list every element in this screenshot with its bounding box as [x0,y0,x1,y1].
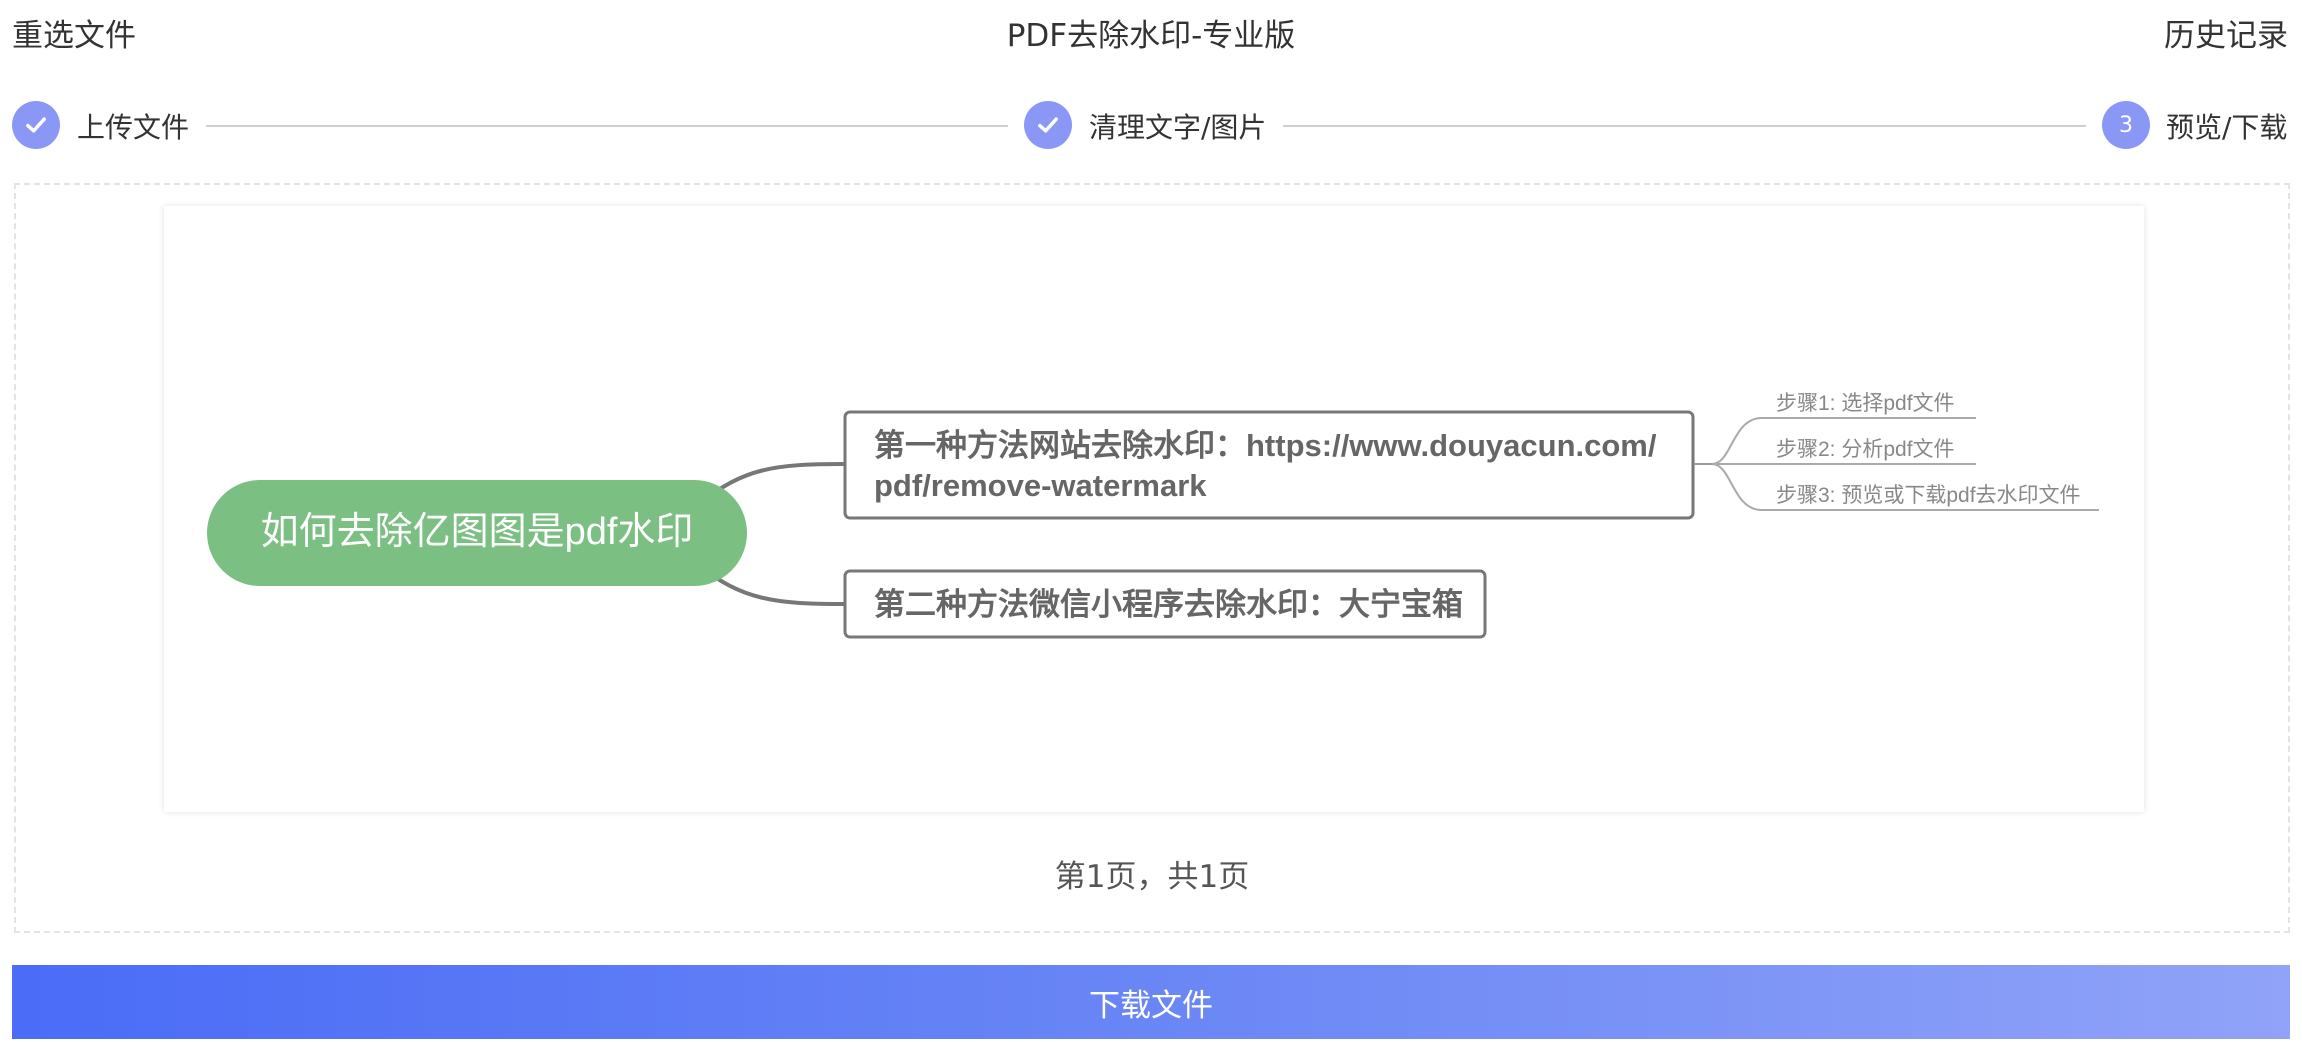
page-indicator: 第1页，共1页 [1054,859,1250,895]
mindmap-image: 如何去除亿图图是pdf水印 第一种方法网站去除水印：https://www.do… [207,392,2099,639]
page-title: PDF去除水印-专业版 [1006,18,1296,54]
step-3-label: 预览/下载 [2166,111,2288,144]
download-file-button[interactable]: 下载文件 [12,965,2290,1039]
step-2-label: 清理文字/图片 [1089,111,1267,144]
mindmap-step3-text: 步骤3: 预览或下载pdf去水印文件 [1776,484,2081,507]
history-button[interactable]: 历史记录 [2164,10,2288,55]
step-1-label: 上传文件 [77,111,190,144]
top-bar: 重选文件 PDF去除水印-专业版 历史记录 [0,0,2302,60]
preview-area: 如何去除亿图图是pdf水印 第一种方法网站去除水印：https://www.do… [14,183,2290,933]
step-connector-1 [206,125,1008,127]
mindmap-root-text: 如何去除亿图图是pdf水印 [261,511,694,553]
step-1-check-icon [12,101,60,149]
step-2-check-icon [1024,101,1072,149]
mindmap-method2-text: 第二种方法微信小程序去除水印：大宁宝箱 [874,587,1463,622]
step-3-number-badge: 3 [2102,101,2150,149]
mindmap-method1-text-line2: pdf/remove-watermark [874,468,1207,503]
mindmap-step1-text: 步骤1: 选择pdf文件 [1776,392,1955,415]
mindmap-method1-text-line1: 第一种方法网站去除水印：https://www.douyacun.com/ [874,428,1657,463]
progress-steps: 上传文件 清理文字/图片 3 预览/下载 [0,98,2302,154]
pdf-page-preview: 如何去除亿图图是pdf水印 第一种方法网站去除水印：https://www.do… [164,206,2144,812]
step-connector-2 [1283,125,2086,127]
mindmap-step2-text: 步骤2: 分析pdf文件 [1776,438,1955,461]
